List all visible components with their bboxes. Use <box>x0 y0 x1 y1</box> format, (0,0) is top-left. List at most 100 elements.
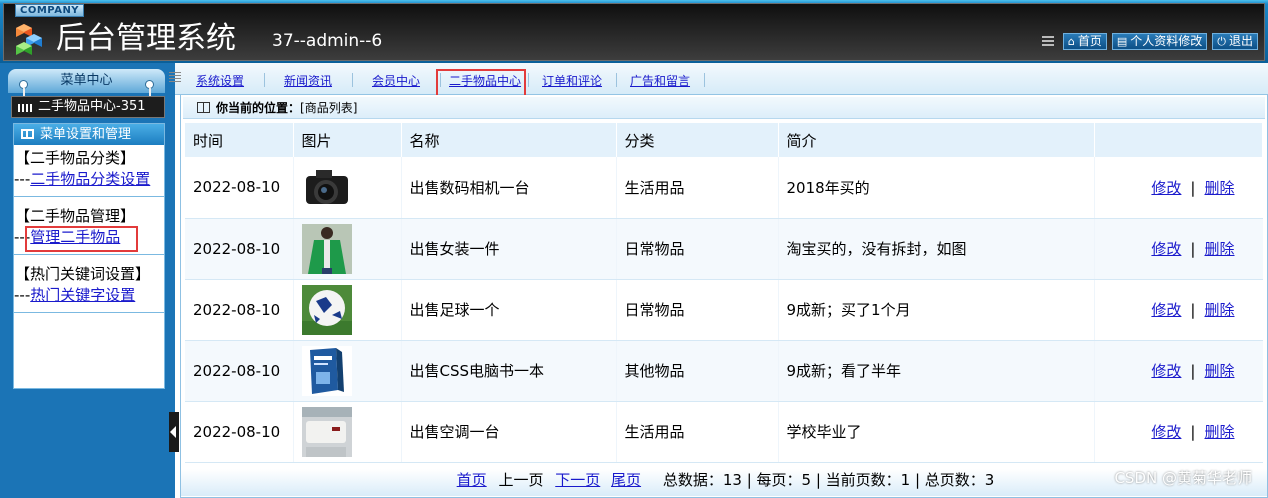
sidebar: 菜单中心 二手物品中心-351 菜单设置和管理 【二手物品分类】 ---二手物品… <box>0 63 175 498</box>
menu-center-header: 菜单中心 <box>8 69 165 97</box>
menu-prefix: --- <box>14 170 31 188</box>
logout-button[interactable]: ⏻ 退出 <box>1212 33 1258 50</box>
edit-link[interactable]: 修改 <box>1151 240 1181 258</box>
column-header-category: 分类 <box>616 123 779 157</box>
cell-category: 其他物品 <box>616 340 779 402</box>
logo-icon <box>16 22 48 56</box>
tab-orders[interactable]: 订单和评论 <box>542 74 602 88</box>
cell-category: 生活用品 <box>616 157 779 219</box>
cell-time: 2022-08-10 <box>185 340 294 402</box>
cell-intro: 学校毕业了 <box>778 401 1095 463</box>
menu-group-title: 【二手物品管理】 <box>15 207 136 225</box>
next-page-link[interactable]: 下一页 <box>555 471 600 489</box>
nav-divider <box>616 73 617 87</box>
grid-icon <box>18 104 32 112</box>
edit-link[interactable]: 修改 <box>1151 179 1181 197</box>
cell-time: 2022-08-10 <box>185 218 294 280</box>
menu-panel-title-text: 菜单设置和管理 <box>40 127 132 142</box>
profile-edit-button[interactable]: ▤ 个人资料修改 <box>1111 33 1208 50</box>
camera-thumbnail[interactable] <box>301 162 352 213</box>
menu-panel: 菜单设置和管理 【二手物品分类】 ---二手物品分类设置 【二手物品管理】 --… <box>13 123 165 389</box>
delete-link[interactable]: 删除 <box>1204 240 1234 258</box>
tab-members[interactable]: 会员中心 <box>372 74 420 88</box>
grip-icon <box>1041 35 1054 48</box>
book-thumbnail[interactable] <box>301 345 352 396</box>
table-row: 2022-08-10 出售女装一件 日常物品 淘宝买的，没有拆封，如图 修改 | 删… <box>185 218 1263 280</box>
table-row: 2022-08-10 出售CSS电脑书一本 其他物品 9成新；看了半年 修改 | 删… <box>185 340 1263 402</box>
tab-system-settings[interactable]: 系统设置 <box>196 74 244 88</box>
highlight-box <box>25 226 138 252</box>
home-button-label: 首页 <box>1077 34 1102 48</box>
tab-news[interactable]: 新闻资讯 <box>284 74 332 88</box>
user-info: 37--admin--6 <box>272 31 383 51</box>
column-header-intro: 简介 <box>778 123 1095 157</box>
action-separator: | <box>1190 301 1196 319</box>
column-header-time: 时间 <box>185 123 294 157</box>
breadcrumb-value: [商品列表] <box>300 101 358 115</box>
edit-link[interactable]: 修改 <box>1151 423 1181 441</box>
power-icon: ⏻ <box>1217 35 1226 48</box>
cell-time: 2022-08-10 <box>185 157 294 219</box>
cell-name: 出售女装一件 <box>401 218 617 280</box>
cell-category: 日常物品 <box>616 218 779 280</box>
logout-button-label: 退出 <box>1228 34 1253 48</box>
profile-icon: ▤ <box>1116 35 1128 48</box>
menu-group-category: 【二手物品分类】 ---二手物品分类设置 <box>14 145 164 197</box>
last-page-link[interactable]: 尾页 <box>611 471 641 489</box>
cell-time: 2022-08-10 <box>185 401 294 463</box>
action-separator: | <box>1190 423 1196 441</box>
first-page-link[interactable]: 首页 <box>457 471 487 489</box>
top-nav: 系统设置 新闻资讯 会员中心 二手物品中心 订单和评论 广告和留言 <box>169 63 1268 101</box>
air-conditioner-thumbnail[interactable] <box>301 406 352 457</box>
delete-link[interactable]: 删除 <box>1204 179 1234 197</box>
app-header: COMPANY 后台管理系统 37--admin--6 ⌂ 首页 ▤ 个人资料修… <box>0 0 1268 63</box>
menu-panel-title: 菜单设置和管理 <box>14 124 164 145</box>
cell-time: 2022-08-10 <box>185 279 294 341</box>
grip-icon <box>169 72 181 82</box>
pin-icon <box>19 80 28 97</box>
app-title: 后台管理系统 <box>56 21 236 56</box>
pagination-summary: 总数据：13 | 每页：5 | 当前页数：1 | 总页数：3 <box>662 471 995 489</box>
header-buttons: ⌂ 首页 ▤ 个人资料修改 ⏻ 退出 <box>1041 33 1258 50</box>
edit-link[interactable]: 修改 <box>1151 301 1181 319</box>
menu-link-keyword-settings[interactable]: 热门关键字设置 <box>30 286 135 304</box>
breadcrumb: 你当前的位置：[商品列表] <box>183 97 1265 119</box>
menu-group-title: 【二手物品分类】 <box>15 149 136 167</box>
collapse-sidebar-button[interactable] <box>169 412 179 452</box>
home-icon: ⌂ <box>1067 35 1075 48</box>
action-separator: | <box>1190 362 1196 380</box>
delete-link[interactable]: 删除 <box>1204 301 1234 319</box>
home-button[interactable]: ⌂ 首页 <box>1062 33 1107 50</box>
menu-prefix: --- <box>14 286 31 304</box>
column-header-name: 名称 <box>401 123 617 157</box>
menu-center-title: 菜单中心 <box>60 73 113 88</box>
cell-category: 生活用品 <box>616 401 779 463</box>
cell-intro: 淘宝买的，没有拆封，如图 <box>778 218 1095 280</box>
watermark: CSDN @黄菊华老师 <box>1114 469 1252 487</box>
edit-link[interactable]: 修改 <box>1151 362 1181 380</box>
cell-name: 出售CSS电脑书一本 <box>401 340 617 402</box>
cell-name: 出售数码相机一台 <box>401 157 617 219</box>
company-badge: COMPANY <box>15 4 85 17</box>
delete-link[interactable]: 删除 <box>1204 362 1234 380</box>
menu-link-category-settings[interactable]: 二手物品分类设置 <box>30 170 150 188</box>
nav-divider <box>264 73 265 87</box>
jacket-thumbnail[interactable] <box>301 223 352 274</box>
tab-ads[interactable]: 广告和留言 <box>630 74 690 88</box>
book-icon <box>21 129 34 139</box>
module-selector[interactable]: 二手物品中心-351 <box>11 96 165 118</box>
delete-link[interactable]: 删除 <box>1204 423 1234 441</box>
column-header-image: 图片 <box>293 123 402 157</box>
football-thumbnail[interactable] <box>301 284 352 335</box>
table-row: 2022-08-10 出售足球一个 日常物品 9成新；买了1个月 修改 | 删除 <box>185 279 1263 341</box>
prev-page-label: 上一页 <box>498 471 544 489</box>
cell-intro: 9成新；看了半年 <box>778 340 1095 402</box>
cell-intro: 2018年买的 <box>778 157 1095 219</box>
item-table: 时间 图片 名称 分类 简介 2022-08-10 出售数码相机一台 生活用品 … <box>185 123 1263 463</box>
action-separator: | <box>1190 178 1196 197</box>
table-header-row: 时间 图片 名称 分类 简介 <box>185 123 1263 157</box>
content-panel: 你当前的位置：[商品列表] 时间 图片 名称 分类 简介 2022-08-10 … <box>180 95 1268 498</box>
cell-name: 出售足球一个 <box>401 279 617 341</box>
table-row: 2022-08-10 出售数码相机一台 生活用品 2018年买的 修改 | 删除 <box>185 157 1263 219</box>
nav-divider <box>528 73 529 87</box>
